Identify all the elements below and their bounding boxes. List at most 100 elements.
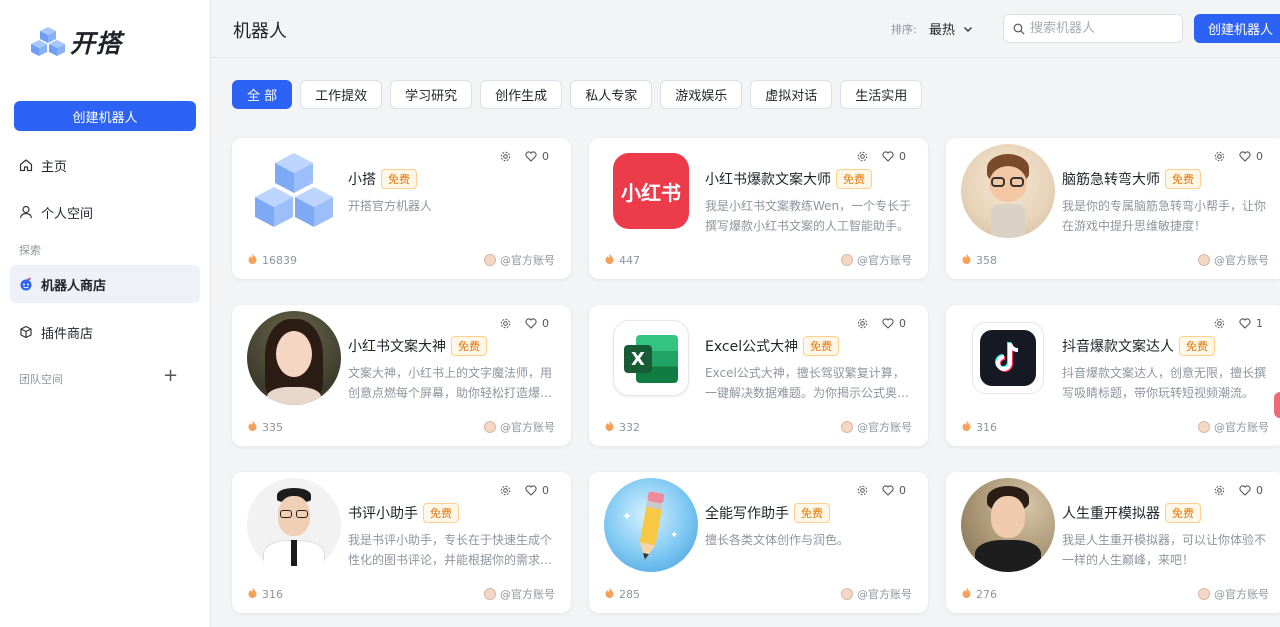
tab-private-expert[interactable]: 私人专家: [570, 80, 653, 109]
settings-icon[interactable]: [1214, 318, 1225, 329]
tab-games[interactable]: 游戏娱乐: [660, 80, 743, 109]
heart-icon[interactable]: [1239, 318, 1251, 329]
bot-name: 书评小助手: [348, 506, 418, 522]
bot-avatar: [960, 310, 1056, 406]
bot-card[interactable]: 小红书文案大神 免费 文案大神，小红书上的文字魔法师，用创意点燃每个屏幕，助你轻松…: [232, 305, 571, 446]
search-box[interactable]: [1003, 14, 1183, 43]
sidebar-item-label: 个人空间: [41, 206, 94, 222]
floating-feedback-handle[interactable]: [1274, 392, 1280, 418]
author-avatar: [484, 588, 496, 600]
author[interactable]: @官方账号: [1198, 419, 1269, 435]
author[interactable]: @官方账号: [484, 419, 555, 435]
create-bot-button-top[interactable]: 创建机器人: [1194, 14, 1280, 43]
bot-card[interactable]: 书评小助手 免费 我是书评小助手，专长在于快速生成个性化的图书评论，并能根据你的需…: [232, 472, 571, 613]
usage-count: 16839: [262, 253, 297, 267]
like-count: 1: [1256, 317, 1263, 330]
author[interactable]: @官方账号: [841, 252, 912, 268]
bot-name: 小红书文案大神: [348, 339, 446, 355]
like-count: 0: [1256, 484, 1263, 497]
bot-card[interactable]: ✦ ✦ 全能写作助手 免费 擅长各类文体创作与润色。 0 285 @官方账号: [589, 472, 928, 613]
tab-life-utility[interactable]: 生活实用: [840, 80, 923, 109]
usage-stats: 316: [962, 420, 997, 434]
chevron-down-icon: [964, 26, 973, 32]
author[interactable]: @官方账号: [841, 586, 912, 602]
settings-icon[interactable]: [500, 318, 511, 329]
bot-card[interactable]: 人生重开模拟器 免费 我是人生重开模拟器，可以让你体验不一样的人生巅峰，来吧！ 0…: [946, 472, 1280, 613]
author-name: @官方账号: [1214, 254, 1269, 267]
tab-creation[interactable]: 创作生成: [480, 80, 563, 109]
author-avatar: [841, 254, 853, 266]
heart-icon[interactable]: [525, 485, 537, 496]
tab-all[interactable]: 全 部: [232, 80, 293, 109]
usage-stats: 358: [962, 253, 997, 267]
heart-icon[interactable]: [1239, 151, 1251, 162]
cartoon-boy-avatar-icon: [961, 144, 1055, 238]
settings-icon[interactable]: [1214, 151, 1225, 162]
heart-icon[interactable]: [882, 485, 894, 496]
header: 机器人 排序: 最热 创建机器人: [211, 0, 1280, 58]
bot-avatar: X: [603, 310, 699, 406]
free-badge: 免费: [794, 503, 830, 523]
author[interactable]: @官方账号: [841, 419, 912, 435]
tab-work-efficiency[interactable]: 工作提效: [300, 80, 383, 109]
add-team-icon[interactable]: +: [163, 367, 178, 385]
bot-card[interactable]: 抖音爆款文案达人 免费 抖音爆款文案达人，创意无限，擅长撰写吸睛标题，带你玩转短视…: [946, 305, 1280, 446]
card-tools: 0: [500, 317, 549, 330]
tab-virtual-chat[interactable]: 虚拟对话: [750, 80, 833, 109]
author[interactable]: @官方账号: [484, 252, 555, 268]
author[interactable]: @官方账号: [1198, 586, 1269, 602]
settings-icon[interactable]: [857, 318, 868, 329]
cube-logo-icon: [255, 153, 333, 227]
bot-card[interactable]: X Excel公式大神 免费 Excel公式大神，擅长驾驭繁复计算，一键解决数据难…: [589, 305, 928, 446]
plugin-icon: [19, 325, 33, 339]
usage-count: 316: [262, 587, 283, 601]
sidebar-item-personal-space[interactable]: 个人空间: [10, 193, 200, 231]
sidebar-item-bot-store[interactable]: 机器人商店: [10, 265, 200, 303]
settings-icon[interactable]: [500, 151, 511, 162]
sidebar-item-home[interactable]: 主页: [10, 146, 200, 184]
fire-icon: [248, 420, 257, 434]
usage-stats: 276: [962, 587, 997, 601]
author-name: @官方账号: [857, 588, 912, 601]
sidebar-item-label: 主页: [41, 159, 68, 175]
heart-icon[interactable]: [882, 151, 894, 162]
app-logo[interactable]: 开搭: [30, 24, 122, 60]
bot-name-row: 脑筋急转弯大师 免费: [1062, 169, 1201, 189]
settings-icon[interactable]: [857, 485, 868, 496]
fire-icon: [962, 253, 971, 267]
like-count: 0: [542, 150, 549, 163]
bot-description: 抖音爆款文案达人，创意无限，擅长撰写吸睛标题，带你玩转短视频潮流。: [1062, 366, 1267, 400]
sidebar: 开搭 创建机器人 主页 个人空间 探索 机器人商店 插件商店 团队空间 +: [0, 0, 211, 627]
bot-card[interactable]: 小搭 免费 开搭官方机器人 0 16839 @官方账号: [232, 138, 571, 279]
create-bot-button[interactable]: 创建机器人: [14, 101, 196, 131]
bot-name: 全能写作助手: [705, 506, 789, 522]
heart-icon[interactable]: [525, 318, 537, 329]
card-tools: 0: [1214, 484, 1263, 497]
sidebar-item-plugin-store[interactable]: 插件商店: [10, 313, 200, 351]
author[interactable]: @官方账号: [1198, 252, 1269, 268]
usage-count: 447: [619, 253, 640, 267]
fire-icon: [605, 253, 614, 267]
xiaohongshu-logo-icon: 小红书: [613, 153, 689, 229]
settings-icon[interactable]: [857, 151, 868, 162]
search-input[interactable]: [1030, 21, 1170, 36]
bot-avatar: [960, 477, 1056, 573]
woman-portrait-icon: [247, 311, 341, 405]
tab-study-research[interactable]: 学习研究: [390, 80, 473, 109]
bot-description: 文案大神，小红书上的文字魔法师，用创意点燃每个屏幕，助你轻松打造爆款。: [348, 366, 553, 400]
heart-icon[interactable]: [525, 151, 537, 162]
sort-value: 最热: [929, 23, 956, 38]
heart-icon[interactable]: [882, 318, 894, 329]
settings-icon[interactable]: [500, 485, 511, 496]
author-name: @官方账号: [1214, 588, 1269, 601]
author[interactable]: @官方账号: [484, 586, 555, 602]
sidebar-item-label: 插件商店: [41, 326, 94, 342]
bot-card[interactable]: 脑筋急转弯大师 免费 我是你的专属脑筋急转弯小帮手，让你在游戏中提升思维敏捷度！ …: [946, 138, 1280, 279]
card-tools: 1: [1214, 317, 1263, 330]
heart-icon[interactable]: [1239, 485, 1251, 496]
bot-card[interactable]: 小红书 小红书爆款文案大师 免费 我是小红书文案教练Wen，一个专长于撰写爆款小红…: [589, 138, 928, 279]
user-icon: [19, 205, 33, 219]
bot-description: 我是书评小助手，专长在于快速生成个性化的图书评论，并能根据你的需求调整。: [348, 533, 553, 567]
sort-dropdown[interactable]: 最热: [929, 19, 973, 38]
settings-icon[interactable]: [1214, 485, 1225, 496]
